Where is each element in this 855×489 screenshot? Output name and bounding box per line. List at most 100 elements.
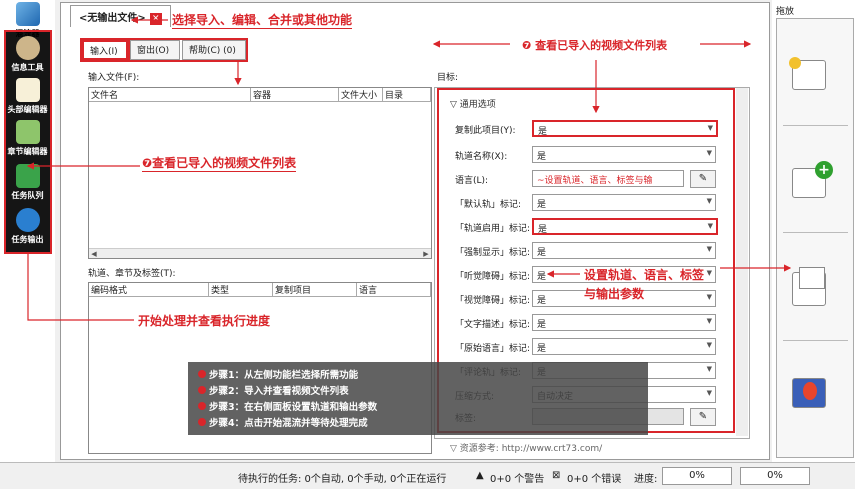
option-select[interactable]: 是▼ (532, 120, 718, 137)
chevron-down-icon: ▼ (707, 124, 713, 132)
errors-count[interactable]: 0+0 个错误 (567, 470, 621, 485)
vertical-scrollbar[interactable] (736, 88, 748, 436)
divider (783, 340, 848, 341)
option-select[interactable]: 是▼ (532, 242, 716, 259)
progress-total: 0% (740, 467, 810, 485)
progress-current: 0% (662, 467, 732, 485)
chevron-down-icon: ▼ (707, 222, 713, 230)
document-tab-title: <无输出文件> (79, 13, 146, 24)
pending-tasks: 待执行的任务: 0个自动, 0个手动, 0个正在运行 (238, 474, 447, 485)
annotation-view-list-right: ❼ 查看已导入的视频文件列表 (522, 39, 668, 52)
divider (783, 232, 848, 233)
chevron-down-icon: ▼ (706, 197, 712, 205)
chevron-down-icon: ▼ (706, 341, 712, 349)
add-file-icon[interactable]: + (792, 161, 833, 198)
option-value: 是 (537, 344, 547, 354)
input-files-label: 输入文件(F): (88, 73, 140, 83)
option-label: 语言(L): (455, 176, 489, 186)
option-label: 「文字描述」标记: (455, 320, 531, 330)
error-icon: ⊠ (552, 470, 561, 481)
annotation-choose-function: 选择导入、编辑、合并或其他功能 (172, 13, 353, 29)
option-select[interactable]: 是▼ (532, 146, 716, 163)
bullet-icon (198, 370, 206, 378)
column-header[interactable]: 语言 (357, 283, 431, 297)
horizontal-scrollbar[interactable]: ◀ ▶ (89, 248, 431, 258)
option-value: 是 (537, 272, 547, 282)
mixer-icon (15, 2, 40, 26)
document-tab[interactable]: <无输出文件> ✕ (70, 5, 171, 27)
chevron-down-icon: ▼ (706, 245, 712, 253)
annotation-view-list-left: ❼查看已导入的视频文件列表 (142, 156, 297, 172)
input-tab-highlight (80, 38, 130, 62)
annotation-set-tracks-1: 设置轨道、语言、标签 (584, 268, 705, 282)
option-label: 「轨道启用」标记: (455, 224, 531, 234)
close-icon[interactable]: ✕ (149, 13, 162, 25)
annotation-start: 开始处理并查看执行进度 (138, 314, 271, 328)
annotation-set-tracks-2: 与输出参数 (584, 287, 645, 301)
step-3: 步骤3：在右侧面板设置轨道和输出参数 (198, 400, 638, 416)
column-header[interactable]: 容器 (251, 88, 339, 102)
column-header[interactable]: 编码格式 (89, 283, 209, 297)
option-value: 是 (538, 225, 548, 235)
chevron-down-icon: ▽ (450, 100, 460, 110)
option-label: 「强制显示」标记: (455, 248, 531, 258)
option-value: 是 (538, 127, 548, 137)
column-header[interactable]: 目录 (383, 88, 431, 102)
progress-label: 进度: (634, 474, 658, 485)
input-files-table[interactable]: 文件名 容器 文件大小 目录 ◀ ▶ (88, 87, 432, 259)
option-select[interactable]: 是▼ (532, 314, 716, 331)
step-2: 步骤2：导入并查看视频文件列表 (198, 384, 638, 400)
chevron-down-icon: ▼ (706, 317, 712, 325)
option-label: 「视觉障碍」标记: (455, 296, 531, 306)
edit-icon[interactable]: ✎ (690, 170, 716, 188)
tabs-highlight (128, 38, 248, 62)
sidebar-highlight (4, 30, 52, 254)
chevron-down-icon: ▼ (706, 389, 712, 397)
option-value: 是 (537, 320, 547, 330)
chevron-down-icon: ▽ (450, 444, 460, 454)
bullet-icon (198, 386, 206, 394)
append-file-icon[interactable] (792, 267, 826, 306)
general-options-header[interactable]: ▽ 通用选项 (450, 97, 496, 110)
option-value: 是 (537, 296, 547, 306)
option-label: 轨道名称(X): (455, 152, 508, 162)
resource-footer: ▽ 资源参考: http://www.crt73.com/ (450, 444, 603, 454)
scroll-right-icon[interactable]: ▶ (421, 249, 431, 259)
chevron-down-icon: ▼ (706, 365, 712, 373)
scroll-left-icon[interactable]: ◀ (89, 249, 99, 259)
drop-panel-title: 拖放 (776, 7, 795, 17)
option-value: ~设置轨道、语言、标签与输 (537, 176, 653, 186)
option-select[interactable]: 是▼ (532, 194, 716, 211)
tracks-label: 轨道、章节及标签(T): (88, 269, 176, 279)
column-header[interactable]: 类型 (209, 283, 273, 297)
warning-icon: ▲ (476, 470, 484, 481)
chevron-down-icon: ▼ (706, 293, 712, 301)
edit-icon[interactable]: ✎ (690, 408, 716, 426)
divider (783, 125, 848, 126)
option-label: 「原始语言」标记: (455, 344, 531, 354)
bullet-icon (198, 402, 206, 410)
language-field[interactable]: ~设置轨道、语言、标签与输 (532, 170, 684, 187)
balloon-image-icon[interactable] (792, 378, 826, 408)
chevron-down-icon: ▼ (706, 149, 712, 157)
column-header[interactable]: 文件大小 (339, 88, 383, 102)
option-label: 「默认轨」标记: (455, 200, 522, 210)
column-header[interactable]: 文件名 (89, 88, 251, 102)
target-label: 目标: (437, 73, 459, 83)
new-file-icon[interactable] (789, 57, 826, 90)
column-header[interactable]: 复制项目 (273, 283, 357, 297)
option-value: 是 (537, 248, 547, 258)
status-bar: 待执行的任务: 0个自动, 0个手动, 0个正在运行 ▲ 0+0 个警告 ⊠ 0… (0, 462, 855, 489)
option-value: 是 (537, 200, 547, 210)
steps-overlay: 步骤1：从左侧功能栏选择所需功能 步骤2：导入并查看视频文件列表 步骤3：在右侧… (188, 362, 648, 435)
warnings-count[interactable]: 0+0 个警告 (490, 470, 544, 485)
bullet-icon (198, 418, 206, 426)
option-label: 复制此项目(Y): (455, 126, 516, 136)
option-select[interactable]: 是▼ (532, 338, 716, 355)
option-label: 「听觉障碍」标记: (455, 272, 531, 282)
option-value: 是 (537, 152, 547, 162)
step-4: 步骤4：点击开始混流并等待处理完成 (198, 416, 638, 432)
chevron-down-icon: ▼ (706, 269, 712, 277)
option-select[interactable]: 是▼ (532, 218, 718, 235)
step-1: 步骤1：从左侧功能栏选择所需功能 (198, 368, 638, 384)
